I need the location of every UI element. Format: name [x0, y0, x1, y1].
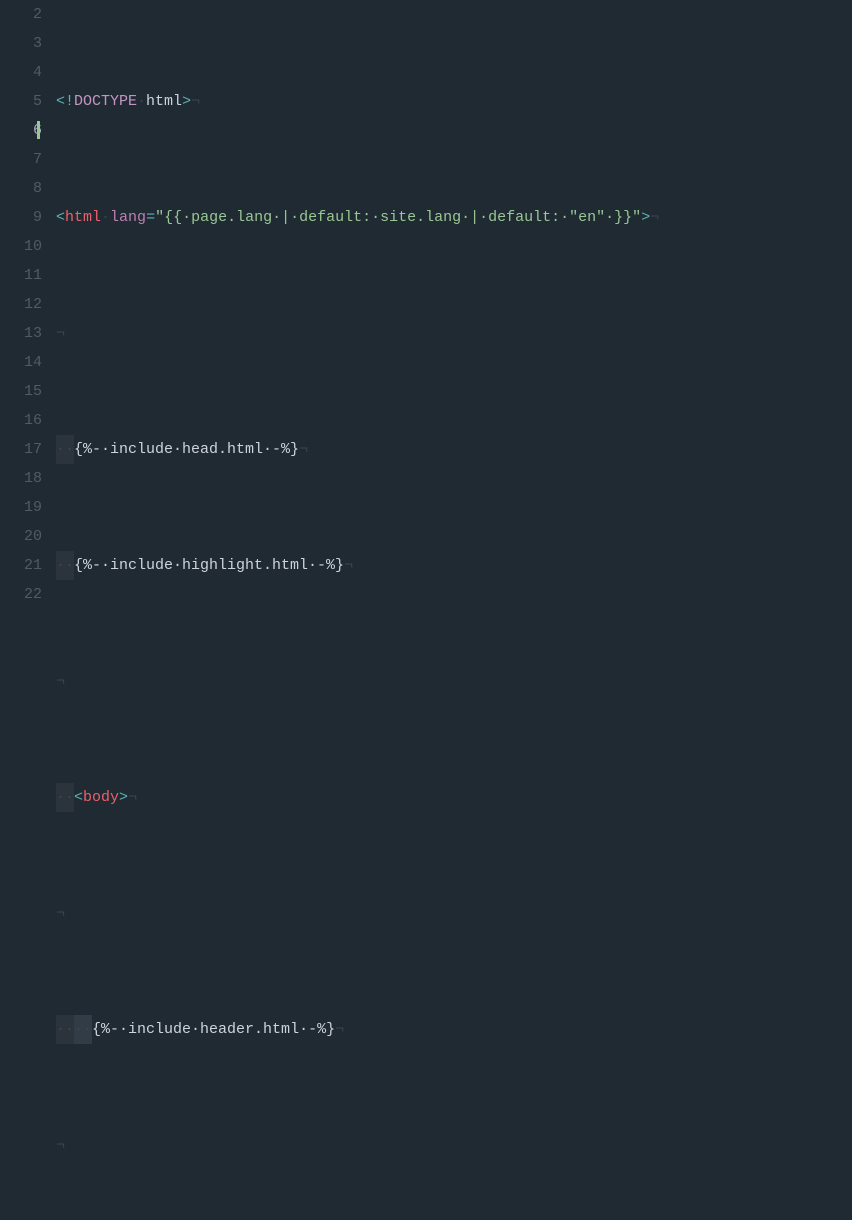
code-line[interactable]: ¬ [56, 667, 852, 696]
line-number: 7 [0, 145, 42, 174]
code-line[interactable]: <!DOCTYPE·html>¬ [56, 87, 852, 116]
line-number: 3 [0, 29, 42, 58]
line-number: 11 [0, 261, 42, 290]
line-number: 9 [0, 203, 42, 232]
code-line[interactable]: ··{%-·include·head.html·-%}¬ [56, 435, 852, 464]
code-editor[interactable]: 2 3 4 5 6 7 8 9 10 11 12 13 14 15 16 17 … [0, 0, 852, 610]
line-number: 16 [0, 406, 42, 435]
line-number: 18 [0, 464, 42, 493]
line-number: 10 [0, 232, 42, 261]
code-line[interactable]: ¬ [56, 899, 852, 928]
line-number: 5 [0, 87, 42, 116]
line-number: 15 [0, 377, 42, 406]
line-number: 21 [0, 551, 42, 580]
code-line[interactable]: ····{%-·include·header.html·-%}¬ [56, 1015, 852, 1044]
line-number: 12 [0, 290, 42, 319]
line-number: 22 [0, 580, 42, 609]
code-line[interactable]: <html·lang="{{·page.lang·|·default:·site… [56, 203, 852, 232]
line-number: 6 [0, 116, 42, 145]
line-number: 19 [0, 493, 42, 522]
line-number: 2 [0, 0, 42, 29]
line-number-gutter: 2 3 4 5 6 7 8 9 10 11 12 13 14 15 16 17 … [0, 0, 56, 610]
line-number: 4 [0, 58, 42, 87]
code-area[interactable]: <!DOCTYPE·html>¬ <html·lang="{{·page.lan… [56, 0, 852, 610]
code-line[interactable]: ¬ [56, 319, 852, 348]
line-number: 20 [0, 522, 42, 551]
line-number: 13 [0, 319, 42, 348]
code-line[interactable]: ¬ [56, 1131, 852, 1160]
line-number: 14 [0, 348, 42, 377]
line-number: 8 [0, 174, 42, 203]
code-line[interactable]: ··<body>¬ [56, 783, 852, 812]
git-modified-marker [37, 121, 40, 139]
line-number: 17 [0, 435, 42, 464]
code-line[interactable]: ··{%-·include·highlight.html·-%}¬ [56, 551, 852, 580]
